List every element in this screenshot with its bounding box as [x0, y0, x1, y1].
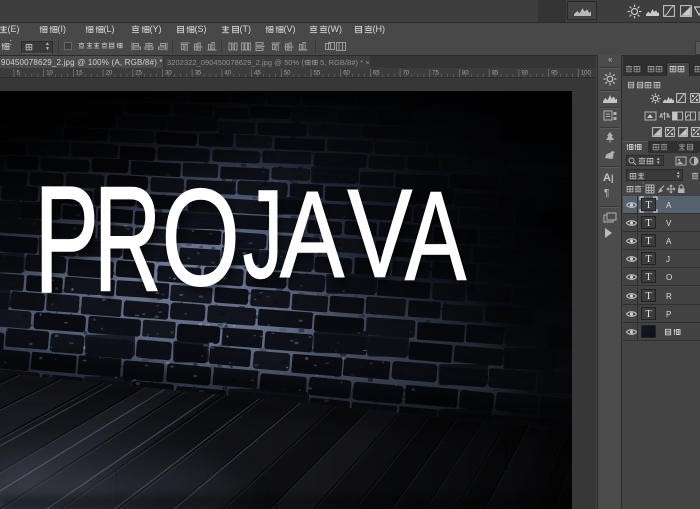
svg-text:80: 80 — [462, 71, 469, 77]
svg-text:10: 10 — [46, 71, 53, 77]
svg-text:V: V — [348, 164, 413, 304]
svg-text:A: A — [405, 166, 466, 307]
svg-text:A: A — [280, 167, 345, 304]
svg-text:60: 60 — [343, 71, 350, 77]
svg-text:15: 15 — [76, 71, 83, 77]
svg-text:20: 20 — [106, 71, 113, 77]
svg-text:100: 100 — [581, 71, 592, 77]
svg-text:45: 45 — [254, 71, 261, 77]
svg-text:35: 35 — [195, 71, 202, 77]
svg-text:90: 90 — [521, 71, 528, 77]
svg-text:85: 85 — [492, 71, 499, 77]
svg-text:J: J — [243, 166, 283, 305]
svg-text:R: R — [94, 156, 162, 322]
svg-text:55: 55 — [314, 71, 321, 77]
svg-text:65: 65 — [373, 71, 380, 77]
svg-text:O: O — [162, 160, 240, 314]
svg-text:95: 95 — [551, 71, 558, 77]
svg-text:50: 50 — [284, 71, 291, 77]
svg-text:40: 40 — [224, 71, 231, 77]
svg-text:70: 70 — [403, 71, 410, 77]
svg-text:P: P — [34, 155, 99, 326]
svg-text:75: 75 — [432, 71, 439, 77]
svg-text:30: 30 — [165, 71, 172, 77]
svg-text:25: 25 — [135, 71, 142, 77]
